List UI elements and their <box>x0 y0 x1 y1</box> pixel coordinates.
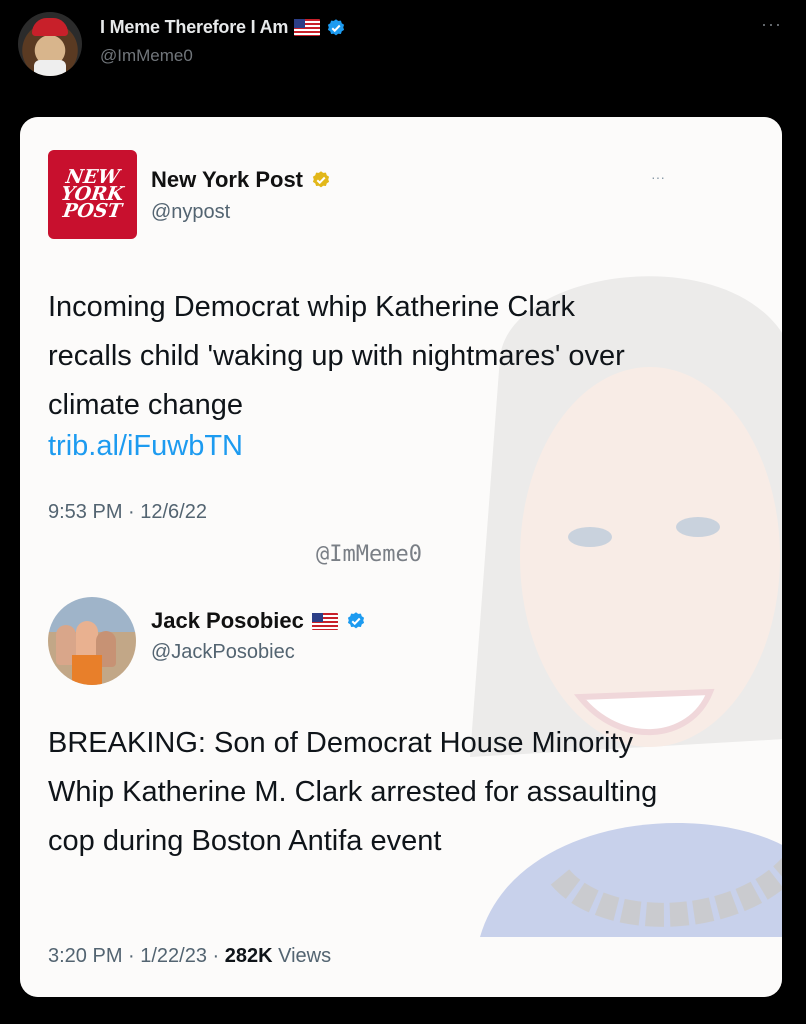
nypost-timestamp[interactable]: 9:53 PM · 12/6/22 <box>48 501 207 524</box>
nypost-display-name[interactable]: New York Post <box>151 167 303 193</box>
card-content: NEW YORK POST New York Post @nypost ··· … <box>20 117 782 997</box>
more-icon[interactable]: ··· <box>761 14 782 35</box>
us-flag-icon <box>311 612 338 630</box>
red-hat-shape <box>32 18 68 36</box>
outer-name-row: I Meme Therefore I Am <box>100 17 346 38</box>
outer-tweet-header: I Meme Therefore I Am @ImMeme0 ··· <box>0 0 806 100</box>
outer-handle[interactable]: @ImMeme0 <box>100 46 193 66</box>
jackposobiec-display-name[interactable]: Jack Posobiec <box>151 608 304 634</box>
embedded-image-card[interactable]: NEW YORK POST New York Post @nypost ··· … <box>20 117 782 997</box>
logo-line-3: POST <box>61 200 124 222</box>
us-flag-icon <box>294 19 321 36</box>
avatar[interactable] <box>18 12 82 76</box>
jackposobiec-tweet-text: BREAKING: Son of Democrat House Minority… <box>48 727 658 857</box>
nypost-handle[interactable]: @nypost <box>151 201 230 224</box>
outer-display-name[interactable]: I Meme Therefore I Am <box>100 17 288 38</box>
nypost-name-row: New York Post <box>151 167 331 193</box>
nypost-logo[interactable]: NEW YORK POST <box>48 150 137 239</box>
verified-badge-icon <box>328 18 345 35</box>
views-label: Views <box>272 945 332 967</box>
nypost-tweet-link[interactable]: trib.al/iFuwbTN <box>48 426 243 466</box>
jackposobiec-name-row: Jack Posobiec <box>151 608 366 634</box>
jackposobiec-meta: 3:20 PM · 1/22/23 · 282K Views <box>48 945 331 968</box>
jackposobiec-avatar[interactable] <box>48 597 136 685</box>
verified-badge-icon <box>347 612 364 629</box>
jackposobiec-timestamp[interactable]: 3:20 PM · 1/22/23 · <box>48 945 225 967</box>
collar-shape <box>34 60 66 76</box>
jackposobiec-handle[interactable]: @JackPosobiec <box>151 641 295 664</box>
nypost-tweet-text: Incoming Democrat whip Katherine Clark r… <box>48 291 625 421</box>
shirt-shape <box>72 655 102 685</box>
more-icon[interactable]: ··· <box>651 169 665 185</box>
views-count: 282K <box>224 945 273 967</box>
verified-badge-gold-icon <box>312 171 330 188</box>
watermark: @ImMeme0 <box>316 542 422 567</box>
